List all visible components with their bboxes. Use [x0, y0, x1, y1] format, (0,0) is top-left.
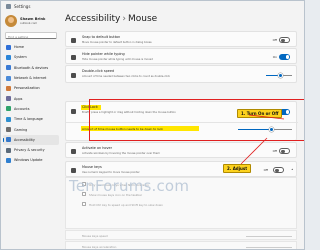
nav-icon: [6, 147, 11, 153]
pointer-icon: [71, 54, 76, 60]
settings-window: Settings Shawn Brink outlook.com Find a …: [0, 0, 305, 250]
dblclick-title: Double-click speed: [82, 69, 115, 73]
clicklock-red-outline: [89, 99, 304, 141]
nav-list: Home System Bluetooth & devices Network & i…: [1, 42, 61, 166]
sidebar-item-privacy-security[interactable]: Privacy & security: [1, 145, 61, 155]
nav-icon: [6, 65, 11, 71]
sidebar-item-label: Apps: [14, 96, 23, 101]
breadcrumb-parent[interactable]: Accessibility: [65, 14, 120, 24]
mousekeys-desc: Use numeric keypad to move mouse pointer: [82, 170, 140, 174]
activate-toggle[interactable]: [279, 148, 290, 154]
callout-turn-on-off: 1. Turn On or Off: [237, 109, 283, 118]
activate-title: Activate on hover: [82, 146, 112, 150]
sidebar-item-label: Home: [14, 45, 25, 50]
mouse-icon: [71, 72, 76, 78]
avatar: [5, 15, 17, 27]
profile-email: outlook.com: [20, 21, 38, 25]
nav-icon: [6, 54, 11, 60]
sidebar-item-label: Time & language: [14, 117, 43, 122]
accel-slider-track: [246, 246, 292, 248]
sidebar-item-label: Personalization: [14, 86, 40, 91]
nav-icon: [6, 116, 11, 122]
sidebar-item-system[interactable]: System: [1, 52, 61, 62]
mousekeys-title: Mouse keys: [82, 165, 102, 169]
hover-icon: [71, 148, 76, 154]
sidebar-item-accounts[interactable]: Accounts: [1, 104, 61, 114]
search-input[interactable]: Find a setting: [5, 32, 57, 39]
dblclick-desc: Amount of time needed between two clicks…: [82, 74, 171, 78]
nav-icon: [6, 157, 11, 163]
sidebar: Shawn Brink outlook.com Find a setting H…: [1, 11, 61, 249]
window-title: Settings: [14, 3, 31, 9]
snap-toggle[interactable]: [279, 37, 290, 43]
sidebar-item-time-language[interactable]: Time & language: [1, 114, 61, 124]
sidebar-item-label: Bluetooth & devices: [14, 65, 49, 70]
mousekeys-option-3: Hold Ctrl key to speed up and Shift key …: [89, 202, 163, 207]
sidebar-item-label: Gaming: [14, 127, 28, 132]
snap-desc: Move mouse pointer to default button in …: [82, 40, 152, 44]
nav-icon: [6, 127, 11, 133]
nav-icon: [6, 96, 11, 102]
activate-toggle-label: Off: [272, 149, 277, 153]
settings-app-icon: [6, 3, 11, 9]
sidebar-item-home[interactable]: Home: [1, 42, 61, 52]
nav-icon: [6, 75, 11, 81]
title-bar: Settings: [1, 1, 304, 11]
activate-hover-row: Activate on hover Activate windows by ho…: [65, 142, 297, 158]
breadcrumb: Accessibility › Mouse: [63, 11, 304, 30]
mousekeys-speed-label: Mouse keys speed: [82, 234, 108, 238]
nav-icon: [6, 85, 11, 91]
option-checkbox[interactable]: [82, 202, 86, 206]
callout-adjust: 2. Adjust: [223, 164, 252, 173]
hide-title: Hide pointer while typing: [82, 52, 125, 56]
mousekeys-accel-row: Mouse keys acceleration: [65, 241, 297, 249]
nav-icon: [6, 44, 11, 50]
keypad-icon: [71, 167, 76, 173]
double-click-speed-row: Double-click speed Amount of time needed…: [65, 65, 297, 83]
sidebar-item-apps[interactable]: Apps: [1, 93, 61, 103]
chevron-up-icon[interactable]: ▴: [291, 167, 293, 171]
sidebar-item-label: System: [14, 55, 27, 60]
mousekeys-accel-label: Mouse keys acceleration: [82, 245, 117, 249]
sidebar-item-label: Accessibility: [14, 137, 35, 142]
watermark: TenForums.com: [69, 177, 190, 195]
mousekeys-toggle[interactable]: [273, 167, 284, 173]
breadcrumb-separator: ›: [122, 14, 126, 24]
snap-title: Snap to default button: [82, 35, 121, 39]
snap-default-row: Snap to default button Move mouse pointe…: [65, 31, 297, 47]
nav-icon: [6, 137, 11, 143]
sidebar-item-label: Privacy & security: [14, 148, 45, 153]
pointer-icon: [71, 37, 76, 43]
dblclick-slider-thumb[interactable]: [278, 72, 283, 78]
sidebar-item-label: Windows Update: [14, 158, 43, 163]
hide-toggle[interactable]: [279, 54, 290, 60]
sidebar-item-accessibility[interactable]: Accessibility: [3, 134, 59, 145]
sidebar-item-gaming[interactable]: Gaming: [1, 124, 61, 134]
hide-toggle-label: On: [272, 55, 277, 59]
hide-pointer-row: Hide pointer while typing Hide mouse poi…: [65, 48, 297, 64]
sidebar-item-label: Network & internet: [14, 76, 47, 81]
mousekeys-speed-row: Mouse keys speed: [65, 230, 297, 240]
user-profile[interactable]: Shawn Brink outlook.com: [1, 11, 61, 30]
mouse-keys-row: Mouse keys Use numeric keypad to move mo…: [65, 161, 297, 177]
sidebar-item-personalization[interactable]: Personalization: [1, 83, 61, 93]
page-title: Mouse: [128, 14, 158, 24]
snap-toggle-label: Off: [272, 38, 277, 42]
mousekeys-toggle-label: Off: [263, 168, 268, 172]
nav-icon: [6, 106, 11, 112]
sidebar-item-label: Accounts: [14, 106, 30, 111]
activate-desc: Activate windows by hovering the mouse p…: [82, 151, 160, 155]
sidebar-item-windows-update[interactable]: Windows Update: [1, 155, 61, 165]
sidebar-item-network-internet[interactable]: Network & internet: [1, 73, 61, 83]
speed-slider-track: [246, 235, 292, 237]
hide-desc: Hide mouse pointer while typing until mo…: [82, 57, 153, 61]
sidebar-item-bluetooth-devices[interactable]: Bluetooth & devices: [1, 63, 61, 73]
mouse-lock-icon: [71, 109, 76, 114]
